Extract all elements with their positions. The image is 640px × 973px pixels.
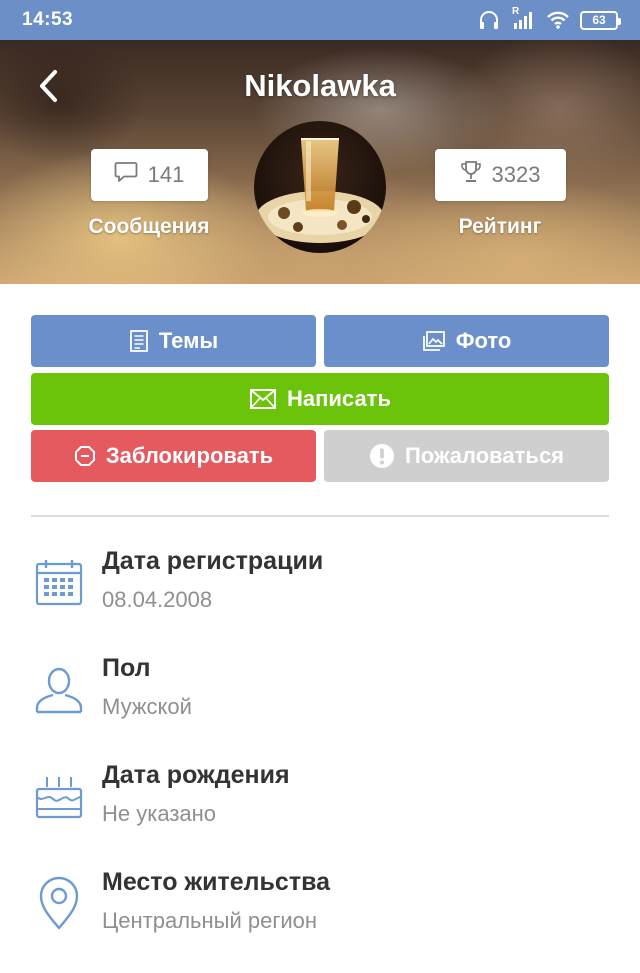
- rating-count: 3323: [491, 162, 541, 187]
- messages-count-box[interactable]: 141: [90, 149, 208, 201]
- wifi-icon: [546, 10, 570, 30]
- status-icons: R 63: [478, 6, 621, 30]
- report-label: Пожаловаться: [404, 443, 565, 468]
- roaming-indicator: R: [512, 6, 520, 17]
- block-label: Заблокировать: [105, 443, 274, 468]
- info-gender: Пол Мужской: [31, 654, 609, 734]
- info-birth-date: Дата рождения Не указано: [31, 761, 609, 841]
- info-value: Не указано: [102, 801, 217, 826]
- person-icon: [31, 662, 87, 718]
- avatar-image: [254, 121, 386, 253]
- block-button[interactable]: Заблокировать: [31, 430, 316, 482]
- exclamation-icon: [369, 443, 395, 469]
- status-bar: 14:53 R 63: [0, 0, 640, 40]
- themes-button[interactable]: Темы: [31, 315, 316, 367]
- info-value: 08.04.2008: [102, 587, 213, 612]
- signal-icon: R: [510, 6, 536, 30]
- avatar[interactable]: [254, 121, 386, 253]
- info-registration-date: Дата регистрации 08.04.2008: [31, 547, 609, 627]
- comment-icon: [114, 161, 138, 189]
- trophy-icon: [460, 160, 482, 190]
- calendar-icon: [31, 555, 87, 611]
- write-label: Написать: [287, 386, 391, 411]
- block-icon: [74, 445, 96, 467]
- messages-count: 141: [147, 162, 185, 187]
- report-button[interactable]: Пожаловаться: [324, 430, 609, 482]
- rating-label: Рейтинг: [458, 215, 542, 238]
- rating-count-box[interactable]: 3323: [434, 149, 566, 201]
- info-value: Мужской: [102, 694, 192, 719]
- photo-button[interactable]: Фото: [324, 315, 609, 367]
- messages-stat[interactable]: 141 Сообщения: [83, 149, 215, 239]
- write-message-button[interactable]: Написать: [31, 373, 609, 425]
- photo-label: Фото: [455, 328, 512, 353]
- document-icon: [129, 329, 149, 353]
- headphones-icon: [478, 10, 500, 30]
- messages-label: Сообщения: [88, 215, 210, 238]
- status-time: 14:53: [22, 9, 74, 30]
- divider: [31, 515, 609, 517]
- info-title: Дата рождения: [102, 761, 290, 789]
- info-value: Центральный регион: [102, 908, 318, 933]
- location-pin-icon: [31, 876, 87, 932]
- battery-icon: 63: [580, 10, 621, 30]
- info-residence: Место жительства Центральный регион: [31, 868, 609, 948]
- profile-username: Nikolawka: [244, 68, 396, 103]
- info-title: Пол: [102, 654, 151, 682]
- info-title: Дата регистрации: [102, 547, 324, 575]
- themes-label: Темы: [158, 328, 219, 353]
- image-icon: [422, 330, 446, 352]
- envelope-icon: [249, 388, 277, 410]
- profile-header: Nikolawka 141 Сообщения 3323 Рейтинг: [0, 40, 640, 284]
- info-title: Место жительства: [102, 868, 331, 896]
- rating-stat[interactable]: 3323 Рейтинг: [434, 149, 566, 239]
- cake-icon: [31, 769, 87, 825]
